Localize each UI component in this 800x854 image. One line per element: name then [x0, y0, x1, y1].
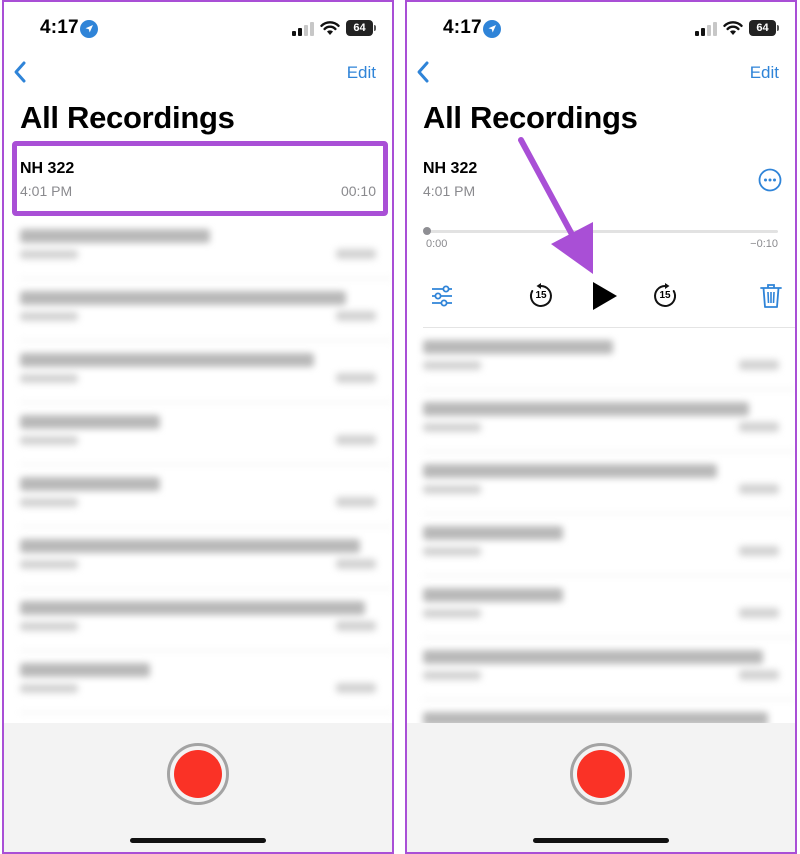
battery-icon: 64 — [749, 20, 779, 36]
list-item[interactable] — [4, 465, 392, 527]
blurred-recordings-list — [407, 328, 795, 762]
highlight-box — [12, 141, 388, 216]
right-screenshot-panel: 4:17 64 Edit All Recordings NH 322 4:01 … — [405, 0, 797, 854]
skip-forward-seconds: 15 — [659, 290, 671, 301]
list-item[interactable] — [407, 638, 795, 700]
recording-name: NH 322 — [423, 160, 478, 177]
elapsed-time: 0:00 — [426, 238, 448, 250]
more-icon[interactable] — [758, 168, 782, 192]
list-item[interactable] — [4, 651, 392, 713]
back-chevron-icon[interactable] — [12, 60, 28, 84]
status-time: 4:17 — [443, 17, 482, 38]
trash-icon[interactable] — [760, 283, 782, 309]
blurred-recordings-list — [4, 217, 392, 713]
record-button[interactable] — [167, 743, 229, 805]
playback-scrubber[interactable] — [424, 230, 778, 233]
signal-icon — [292, 22, 314, 36]
status-bar: 4:17 64 — [4, 2, 392, 54]
list-item[interactable] — [407, 390, 795, 452]
battery-icon: 64 — [346, 20, 376, 36]
wifi-icon — [723, 21, 743, 35]
remaining-time: −0:10 — [750, 238, 778, 250]
page-title: All Recordings — [20, 100, 235, 135]
list-item[interactable] — [4, 403, 392, 465]
bottom-bar — [407, 723, 795, 852]
record-icon — [174, 750, 222, 798]
status-bar: 4:17 64 — [407, 2, 795, 54]
home-indicator — [130, 838, 266, 843]
skip-back-15-button[interactable]: 15 — [528, 283, 554, 309]
left-screenshot-panel: 4:17 64 Edit All Recordings NH 322 4:01 … — [2, 0, 394, 854]
play-icon[interactable] — [591, 280, 619, 312]
list-item[interactable] — [407, 576, 795, 638]
page-title: All Recordings — [423, 100, 638, 135]
edit-button[interactable]: Edit — [750, 63, 779, 83]
battery-level: 64 — [749, 20, 776, 36]
signal-icon — [695, 22, 717, 36]
bottom-bar — [4, 723, 392, 852]
record-button[interactable] — [570, 743, 632, 805]
list-item[interactable] — [4, 341, 392, 403]
scrubber-handle[interactable] — [423, 227, 431, 235]
edit-button[interactable]: Edit — [347, 63, 376, 83]
wifi-icon — [320, 21, 340, 35]
list-item[interactable] — [4, 279, 392, 341]
nav-bar: Edit — [4, 54, 392, 94]
status-time: 4:17 — [40, 17, 79, 38]
nav-bar: Edit — [407, 54, 795, 94]
list-item[interactable] — [407, 328, 795, 390]
location-arrow-icon — [483, 20, 501, 38]
back-chevron-icon[interactable] — [415, 60, 431, 84]
list-item[interactable] — [4, 217, 392, 279]
recording-time: 4:01 PM — [423, 183, 476, 199]
list-item[interactable] — [4, 527, 392, 589]
skip-back-seconds: 15 — [535, 290, 547, 301]
skip-forward-15-button[interactable]: 15 — [652, 283, 678, 309]
list-item[interactable] — [4, 589, 392, 651]
battery-level: 64 — [346, 20, 373, 36]
record-icon — [577, 750, 625, 798]
home-indicator — [533, 838, 669, 843]
list-item[interactable] — [407, 514, 795, 576]
options-sliders-icon[interactable] — [430, 284, 454, 308]
location-arrow-icon — [80, 20, 98, 38]
list-item[interactable] — [407, 452, 795, 514]
